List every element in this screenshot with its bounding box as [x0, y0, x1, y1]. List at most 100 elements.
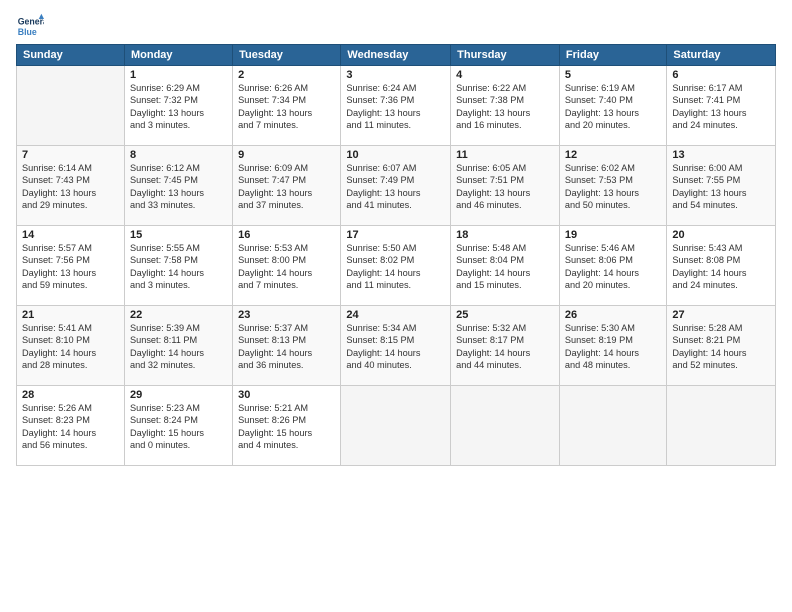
day-info: Sunrise: 5:41 AMSunset: 8:10 PMDaylight:…	[22, 322, 119, 372]
day-info: Sunrise: 6:26 AMSunset: 7:34 PMDaylight:…	[238, 82, 335, 132]
day-info: Sunrise: 5:28 AMSunset: 8:21 PMDaylight:…	[672, 322, 770, 372]
info-line: Sunrise: 5:55 AM	[130, 243, 200, 253]
day-number: 14	[22, 229, 119, 241]
info-line: Sunset: 7:32 PM	[130, 95, 198, 105]
day-info: Sunrise: 5:50 AMSunset: 8:02 PMDaylight:…	[346, 242, 445, 292]
day-info: Sunrise: 5:32 AMSunset: 8:17 PMDaylight:…	[456, 322, 554, 372]
day-info: Sunrise: 5:57 AMSunset: 7:56 PMDaylight:…	[22, 242, 119, 292]
info-line: and 44 minutes.	[456, 360, 521, 370]
day-info: Sunrise: 6:22 AMSunset: 7:38 PMDaylight:…	[456, 82, 554, 132]
info-line: Daylight: 14 hours	[238, 268, 312, 278]
info-line: Sunset: 8:04 PM	[456, 255, 524, 265]
day-cell: 1Sunrise: 6:29 AMSunset: 7:32 PMDaylight…	[124, 66, 232, 146]
day-info: Sunrise: 5:26 AMSunset: 8:23 PMDaylight:…	[22, 402, 119, 452]
info-line: Daylight: 13 hours	[346, 108, 420, 118]
info-line: Daylight: 14 hours	[130, 348, 204, 358]
info-line: Sunset: 7:40 PM	[565, 95, 633, 105]
day-info: Sunrise: 5:34 AM Sunset: 8:15 PM Daylight:…	[346, 322, 445, 372]
info-line: Sunrise: 5:39 AM	[130, 323, 200, 333]
weekday-header-friday: Friday	[559, 45, 666, 66]
header: General Blue	[16, 12, 776, 40]
info-line: Sunset: 8:08 PM	[672, 255, 740, 265]
day-number: 11	[456, 149, 554, 161]
info-line: Daylight: 14 hours	[346, 268, 420, 278]
day-number: 17	[346, 229, 445, 241]
info-line: Sunset: 8:17 PM	[456, 335, 524, 345]
day-cell	[667, 386, 776, 466]
day-cell: 19Sunrise: 5:46 AMSunset: 8:06 PMDayligh…	[559, 226, 666, 306]
day-info: Sunrise: 6:14 AMSunset: 7:43 PMDaylight:…	[22, 162, 119, 212]
day-number: 9	[238, 149, 335, 161]
day-cell: 29Sunrise: 5:23 AMSunset: 8:24 PMDayligh…	[124, 386, 232, 466]
info-line: and 33 minutes.	[130, 200, 195, 210]
info-line: Sunrise: 6:29 AM	[130, 83, 200, 93]
info-line: Daylight: 14 hours	[456, 268, 530, 278]
info-line: Sunrise: 6:09 AM	[238, 163, 308, 173]
info-line: and 16 minutes.	[456, 120, 521, 130]
info-line: Sunset: 7:47 PM	[238, 175, 306, 185]
info-line: and 52 minutes.	[672, 360, 737, 370]
info-line: and 36 minutes.	[238, 360, 303, 370]
day-info: Sunrise: 6:02 AMSunset: 7:53 PMDaylight:…	[565, 162, 661, 212]
info-line: Sunrise: 6:19 AM	[565, 83, 635, 93]
day-cell: 16Sunrise: 5:53 AMSunset: 8:00 PMDayligh…	[233, 226, 341, 306]
info-line: Sunset: 7:36 PM	[346, 95, 414, 105]
info-line: Sunset: 7:41 PM	[672, 95, 740, 105]
info-line: Sunrise: 6:05 AM	[456, 163, 526, 173]
info-line: Daylight: 13 hours	[565, 108, 639, 118]
info-line: Daylight: 14 hours	[22, 428, 96, 438]
week-row-4: 21Sunrise: 5:41 AMSunset: 8:10 PMDayligh…	[17, 306, 776, 386]
day-info: Sunrise: 5:48 AMSunset: 8:04 PMDaylight:…	[456, 242, 554, 292]
day-cell: 10Sunrise: 6:07 AMSunset: 7:49 PMDayligh…	[341, 146, 451, 226]
info-line: Sunrise: 6:12 AM	[130, 163, 200, 173]
day-cell: 20Sunrise: 5:43 AMSunset: 8:08 PMDayligh…	[667, 226, 776, 306]
info-line: Sunrise: 6:02 AM	[565, 163, 635, 173]
info-line: Daylight: 13 hours	[672, 188, 746, 198]
info-line: and 29 minutes.	[22, 200, 87, 210]
info-line: Daylight: 14 hours	[565, 268, 639, 278]
info-line: and 3 minutes.	[130, 120, 190, 130]
info-line: Sunset: 8:24 PM	[130, 415, 198, 425]
info-line: Sunrise: 5:41 AM	[22, 323, 92, 333]
info-line: Sunset: 8:11 PM	[130, 335, 197, 345]
day-info: Sunrise: 5:46 AMSunset: 8:06 PMDaylight:…	[565, 242, 661, 292]
day-cell: 21Sunrise: 5:41 AMSunset: 8:10 PMDayligh…	[17, 306, 125, 386]
weekday-row: SundayMondayTuesdayWednesdayThursdayFrid…	[17, 45, 776, 66]
info-line: Sunrise: 5:43 AM	[672, 243, 742, 253]
day-number: 23	[238, 309, 335, 321]
day-number: 4	[456, 69, 554, 81]
info-line: Sunset: 8:00 PM	[238, 255, 306, 265]
info-line: Sunrise: 5:53 AM	[238, 243, 308, 253]
info-line: Sunrise: 6:00 AM	[672, 163, 742, 173]
info-line: Daylight: 13 hours	[130, 108, 204, 118]
day-cell	[17, 66, 125, 146]
day-info: Sunrise: 5:30 AMSunset: 8:19 PMDaylight:…	[565, 322, 661, 372]
info-line: Daylight: 14 hours	[456, 348, 530, 358]
info-line: and 50 minutes.	[565, 200, 630, 210]
info-line: Daylight: 15 hours	[130, 428, 204, 438]
info-line: Sunset: 7:58 PM	[130, 255, 198, 265]
day-info: Sunrise: 5:55 AMSunset: 7:58 PMDaylight:…	[130, 242, 227, 292]
day-cell: 25Sunrise: 5:32 AMSunset: 8:17 PMDayligh…	[451, 306, 560, 386]
weekday-header-tuesday: Tuesday	[233, 45, 341, 66]
info-line: Sunset: 8:15 PM	[346, 335, 414, 345]
info-line: and 11 minutes.	[346, 280, 411, 290]
day-cell: 18Sunrise: 5:48 AMSunset: 8:04 PMDayligh…	[451, 226, 560, 306]
info-line: Sunrise: 5:34 AM	[346, 323, 416, 333]
day-info: Sunrise: 6:17 AMSunset: 7:41 PMDaylight:…	[672, 82, 770, 132]
info-line: and 48 minutes.	[565, 360, 630, 370]
info-line: Daylight: 14 hours	[346, 348, 420, 358]
info-line: Sunset: 7:45 PM	[130, 175, 198, 185]
day-cell: 26Sunrise: 5:30 AMSunset: 8:19 PMDayligh…	[559, 306, 666, 386]
day-cell: 22Sunrise: 5:39 AMSunset: 8:11 PMDayligh…	[124, 306, 232, 386]
day-cell: 30Sunrise: 5:21 AMSunset: 8:26 PMDayligh…	[233, 386, 341, 466]
info-line: Sunset: 7:55 PM	[672, 175, 740, 185]
info-line: Sunrise: 5:50 AM	[346, 243, 416, 253]
info-line: and 24 minutes.	[672, 120, 737, 130]
day-number: 21	[22, 309, 119, 321]
day-number: 18	[456, 229, 554, 241]
info-line: Sunset: 8:06 PM	[565, 255, 633, 265]
day-info: Sunrise: 6:09 AM Sunset: 7:47 PM Daylight:…	[238, 162, 335, 212]
info-line: Daylight: 13 hours	[238, 188, 312, 198]
day-info: Sunrise: 5:23 AMSunset: 8:24 PMDaylight:…	[130, 402, 227, 452]
